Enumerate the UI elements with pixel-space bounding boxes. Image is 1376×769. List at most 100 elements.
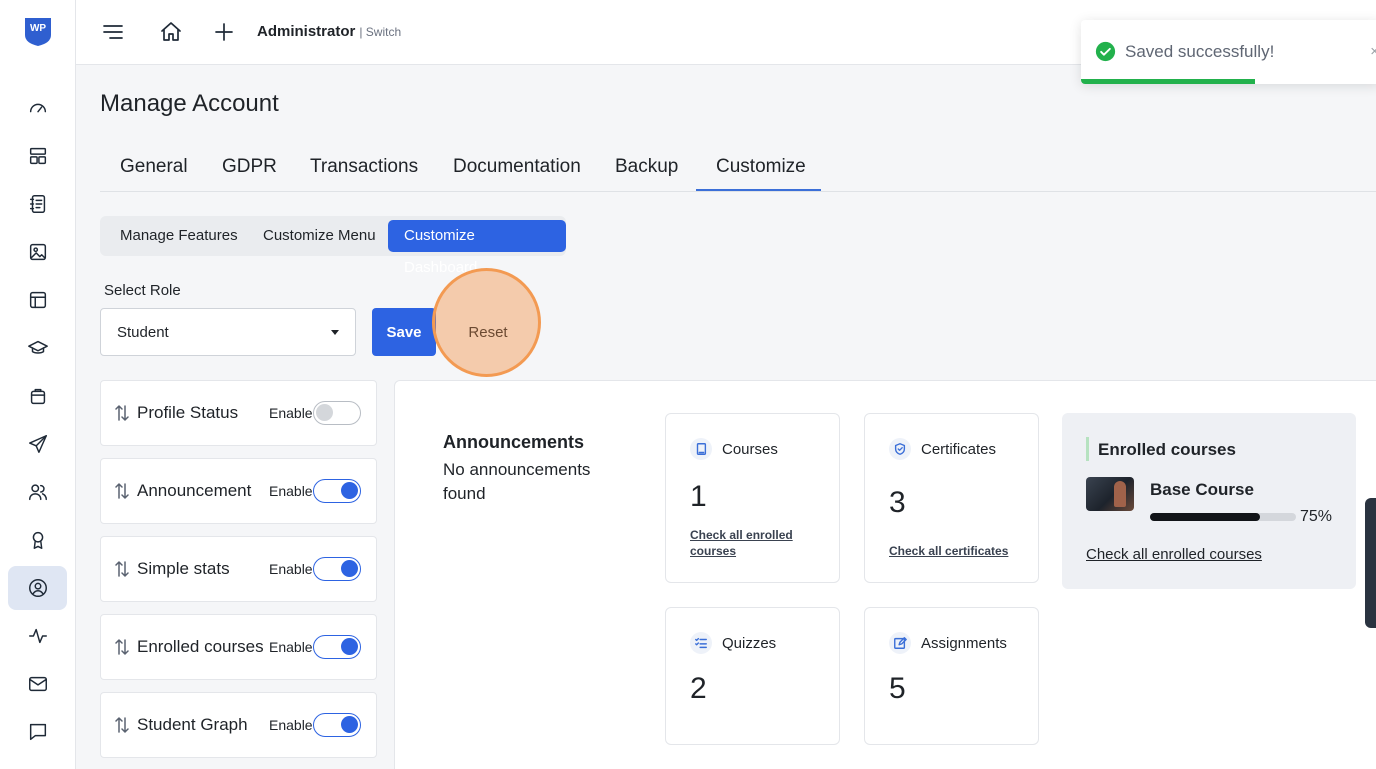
app-logo[interactable]: WP [22, 15, 54, 47]
drag-handle-icon[interactable] [114, 637, 130, 657]
home-button[interactable] [159, 20, 183, 44]
course-progress-fill [1150, 513, 1260, 521]
feature-toggle[interactable] [313, 713, 361, 737]
active-tab-indicator [696, 189, 821, 191]
check-certificates-link[interactable]: Check all certificates [889, 543, 1008, 559]
svg-text:WP: WP [30, 23, 46, 34]
check-circle-icon [1095, 41, 1116, 62]
sidebar-item-templates[interactable] [8, 278, 67, 322]
side-panel-handle[interactable] [1365, 498, 1376, 628]
sidebar-item-certificates[interactable] [8, 518, 67, 562]
feature-toggle[interactable] [313, 557, 361, 581]
course-thumbnail [1086, 477, 1134, 511]
save-button[interactable]: Save [372, 308, 436, 356]
user-circle-icon [28, 579, 47, 597]
feature-name: Student Graph [137, 715, 248, 734]
feature-enable-label: Enable [269, 639, 313, 655]
sidebar-item-layout[interactable] [8, 134, 67, 178]
tab-transactions[interactable]: Transactions [310, 156, 418, 178]
drag-handle-icon[interactable] [114, 559, 130, 579]
sidebar-item-activity[interactable] [8, 614, 67, 658]
sidebar-item-send[interactable] [8, 422, 67, 466]
card-title: Certificates [921, 441, 997, 458]
drag-handle-icon[interactable] [114, 403, 130, 423]
sidebar-item-mail[interactable] [8, 662, 67, 706]
subtab-customize-dashboard[interactable]: Customize Dashboard [388, 220, 566, 276]
role-select-value: Student [117, 324, 169, 341]
sidebar-item-courses[interactable] [8, 326, 67, 370]
announcements-title: Announcements [443, 432, 585, 452]
graduation-cap-icon [27, 340, 48, 354]
course-progress-label: 75% [1300, 508, 1333, 525]
certificates-stat-card: Certificates 3 Check all certificates [864, 413, 1039, 583]
drag-handle-icon[interactable] [114, 715, 130, 735]
card-title: Assignments [921, 635, 1007, 652]
subtab-manage-features[interactable]: Manage Features [104, 220, 254, 252]
assignments-stat-card: Assignments 5 [864, 607, 1039, 745]
page-title: Manage Account [100, 90, 279, 117]
chat-icon [29, 723, 46, 741]
feature-toggle[interactable] [313, 635, 361, 659]
image-icon [29, 243, 46, 261]
sidebar-item-media[interactable] [8, 230, 67, 274]
section-accent-bar [1086, 437, 1089, 461]
card-title: Quizzes [722, 635, 777, 652]
sidebar-item-users[interactable] [8, 470, 67, 514]
feature-row[interactable]: Simple stats Enable [100, 536, 377, 602]
mail-icon [28, 676, 47, 692]
feature-toggle[interactable] [313, 479, 361, 503]
edit-icon [889, 632, 911, 654]
plus-icon [215, 23, 233, 41]
feature-name: Profile Status [137, 403, 239, 422]
course-progress-bar [1150, 513, 1296, 521]
feature-toggle[interactable] [313, 401, 361, 425]
tab-backup[interactable]: Backup [615, 156, 678, 178]
feature-name: Simple stats [137, 559, 230, 578]
feature-row[interactable]: Announcement Enable [100, 458, 377, 524]
layout-icon [29, 147, 46, 165]
reset-button[interactable]: Reset [444, 308, 532, 356]
feature-enable-label: Enable [269, 405, 313, 421]
toast-message: Saved successfully! [1125, 42, 1275, 61]
tab-customize[interactable]: Customize [716, 156, 806, 178]
feature-row[interactable]: Enrolled courses Enable [100, 614, 377, 680]
tab-documentation[interactable]: Documentation [453, 156, 581, 178]
activity-icon [28, 628, 47, 644]
hamburger-menu-icon [103, 25, 123, 39]
menu-toggle-button[interactable] [101, 20, 125, 44]
card-value: 1 [690, 480, 707, 513]
close-icon[interactable]: × [1370, 43, 1376, 60]
sidebar-item-account[interactable] [8, 566, 67, 610]
user-role-label: Administrator | Switch [257, 23, 401, 40]
sidebar-item-dashboard[interactable] [8, 86, 67, 130]
sidebar-item-notebook[interactable] [8, 182, 67, 226]
check-enrolled-courses-link[interactable]: Check all enrolled courses [690, 527, 820, 559]
card-value: 5 [889, 672, 906, 705]
customize-subtabs: Manage Features Customize Menu Customize… [100, 216, 566, 276]
card-value: 3 [889, 486, 906, 519]
tab-gdpr[interactable]: GDPR [222, 156, 277, 178]
quizzes-stat-card: Quizzes 2 [665, 607, 840, 745]
user-role: Administrator [257, 23, 356, 40]
feature-row[interactable]: Student Graph Enable [100, 692, 377, 758]
send-icon [28, 435, 47, 453]
feature-row[interactable]: Profile Status Enable [100, 380, 377, 446]
account-tabs: General GDPR Transactions Documentation … [100, 144, 1376, 192]
course-name[interactable]: Base Course [1150, 480, 1254, 500]
check-enrolled-courses-link[interactable]: Check all enrolled courses [1086, 546, 1262, 563]
feature-enable-label: Enable [269, 561, 313, 577]
feature-name: Announcement [137, 481, 252, 500]
shopping-bag-icon [30, 388, 45, 405]
shield-check-icon [889, 438, 911, 460]
card-value: 2 [690, 672, 707, 705]
add-new-button[interactable] [212, 20, 236, 44]
book-icon [690, 438, 712, 460]
switch-role-link[interactable]: | Switch [359, 25, 401, 39]
role-select[interactable]: Student [100, 308, 356, 356]
tab-general[interactable]: General [120, 156, 188, 178]
feature-enable-label: Enable [269, 717, 313, 733]
sidebar-item-messages[interactable] [8, 710, 67, 754]
drag-handle-icon[interactable] [114, 481, 130, 501]
subtab-customize-menu[interactable]: Customize Menu [247, 220, 392, 252]
sidebar-item-shop[interactable] [8, 374, 67, 418]
